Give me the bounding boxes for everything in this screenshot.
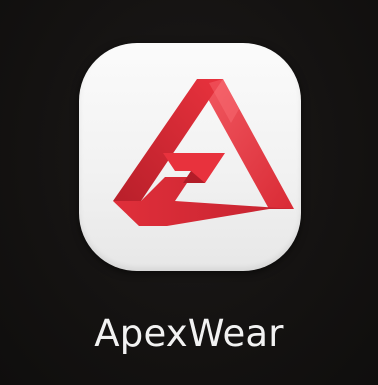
home-screen: ApexWear [0,0,378,385]
app-label: ApexWear [94,312,284,355]
apexwear-logo-icon [113,79,294,226]
app-icon[interactable] [79,43,301,271]
logo-arm-right [197,79,294,209]
apexwear-app-shortcut[interactable]: ApexWear [0,0,378,385]
